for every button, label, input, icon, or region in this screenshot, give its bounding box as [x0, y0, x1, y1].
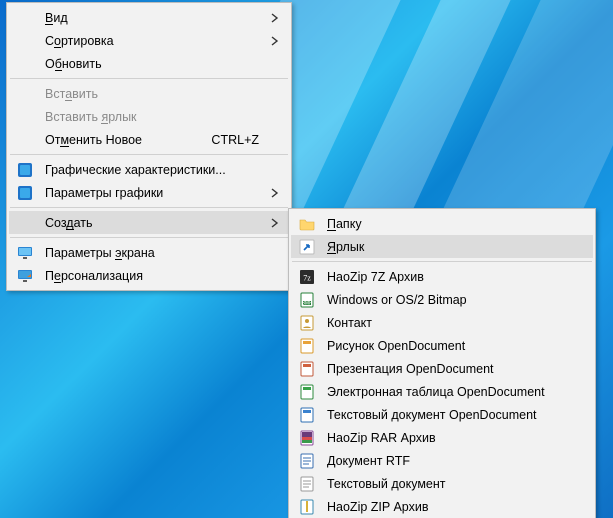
context-menu-item-create[interactable]: Создать [9, 211, 289, 234]
context-menu-item-gfx_props[interactable]: Графические характеристики... [9, 158, 289, 181]
context-menu-item-sort[interactable]: Сортировка [9, 29, 289, 52]
menu-item-label: Текстовый документ OpenDocument [327, 408, 537, 422]
sevenz-icon: 7z [299, 269, 315, 285]
intel-icon [17, 162, 33, 178]
menu-item-label: Контакт [327, 316, 372, 330]
submenu-create-item-rtf[interactable]: Документ RTF [291, 449, 593, 472]
submenu-create-item-7z[interactable]: 7z HaoZip 7Z Архив [291, 265, 593, 288]
menu-item-label: Вставить ярлык [45, 110, 137, 124]
submenu-create-item-odp[interactable]: Презентация OpenDocument [291, 357, 593, 380]
folder-icon [299, 216, 315, 232]
menu-item-label: Сортировка [45, 34, 114, 48]
submenu-create-item-rar[interactable]: HaoZip RAR Архив [291, 426, 593, 449]
submenu-create-item-ods[interactable]: Электронная таблица OpenDocument [291, 380, 593, 403]
personalization-icon [17, 268, 33, 284]
menu-item-label: Windows or OS/2 Bitmap [327, 293, 467, 307]
accelerator: CTRL+Z [211, 133, 259, 147]
context-menu-item-paste_shortcut: Вставить ярлык [9, 105, 289, 128]
svg-text:BMP: BMP [302, 300, 314, 306]
submenu-arrow-icon [271, 218, 279, 228]
menu-item-label: Папку [327, 217, 362, 231]
context-menu-item-gfx_params[interactable]: Параметры графики [9, 181, 289, 204]
context-menu-item-refresh[interactable]: Обновить [9, 52, 289, 75]
monitor-icon [17, 245, 33, 261]
odp-icon [299, 361, 315, 377]
menu-item-label: Персонализация [45, 269, 143, 283]
contact-icon [299, 315, 315, 331]
menu-item-label: Создать [45, 216, 93, 230]
svg-text:7z: 7z [303, 273, 311, 282]
zip-icon [299, 499, 315, 515]
context-menu: Вид Сортировка Обновить Вставить Вставить яр… [6, 2, 292, 291]
submenu-create-item-txt[interactable]: Текстовый документ [291, 472, 593, 495]
intel-icon [17, 185, 33, 201]
menu-item-label: HaoZip 7Z Архив [327, 270, 424, 284]
submenu-create-item-odt[interactable]: Текстовый документ OpenDocument [291, 403, 593, 426]
menu-item-label: Графические характеристики... [45, 163, 226, 177]
bmp-icon: BMP [299, 292, 315, 308]
submenu-create-item-odg[interactable]: Рисунок OpenDocument [291, 334, 593, 357]
desktop[interactable]: Вид Сортировка Обновить Вставить Вставить яр… [0, 0, 613, 518]
context-menu-item-paste: Вставить [9, 82, 289, 105]
submenu-arrow-icon [271, 188, 279, 198]
context-menu-item-undo[interactable]: Отменить Новое CTRL+Z [9, 128, 289, 151]
menu-item-label: Отменить Новое [45, 133, 142, 147]
context-menu-item-personalize[interactable]: Персонализация [9, 264, 289, 287]
shortcut-icon [299, 239, 315, 255]
odt-icon [299, 407, 315, 423]
menu-item-label: Рисунок OpenDocument [327, 339, 465, 353]
separator [10, 207, 288, 208]
menu-item-label: Параметры экрана [45, 246, 155, 260]
rar-icon [299, 430, 315, 446]
ods-icon [299, 384, 315, 400]
separator [10, 154, 288, 155]
submenu-create-item-shortcut[interactable]: Ярлык [291, 235, 593, 258]
submenu-create-item-zip[interactable]: HaoZip ZIP Архив [291, 495, 593, 518]
context-menu-item-view[interactable]: Вид [9, 6, 289, 29]
separator [10, 78, 288, 79]
rtf-icon [299, 453, 315, 469]
menu-item-label: Текстовый документ [327, 477, 446, 491]
submenu-create: Папку Ярлык 7z HaoZip 7Z Архив BMP Windows or… [288, 208, 596, 518]
menu-item-label: Обновить [45, 57, 102, 71]
submenu-arrow-icon [271, 13, 279, 23]
menu-item-label: Электронная таблица OpenDocument [327, 385, 545, 399]
submenu-create-item-folder[interactable]: Папку [291, 212, 593, 235]
submenu-create-item-bmp[interactable]: BMP Windows or OS/2 Bitmap [291, 288, 593, 311]
submenu-create-item-contact[interactable]: Контакт [291, 311, 593, 334]
menu-item-label: HaoZip ZIP Архив [327, 500, 428, 514]
menu-item-label: Презентация OpenDocument [327, 362, 494, 376]
submenu-arrow-icon [271, 36, 279, 46]
separator [292, 261, 592, 262]
txt-icon [299, 476, 315, 492]
menu-item-label: Ярлык [327, 240, 364, 254]
menu-item-label: Документ RTF [327, 454, 410, 468]
menu-item-label: HaoZip RAR Архив [327, 431, 436, 445]
context-menu-item-display[interactable]: Параметры экрана [9, 241, 289, 264]
separator [10, 237, 288, 238]
menu-item-label: Вид [45, 11, 68, 25]
menu-item-label: Вставить [45, 87, 98, 101]
odg-icon [299, 338, 315, 354]
menu-item-label: Параметры графики [45, 186, 163, 200]
